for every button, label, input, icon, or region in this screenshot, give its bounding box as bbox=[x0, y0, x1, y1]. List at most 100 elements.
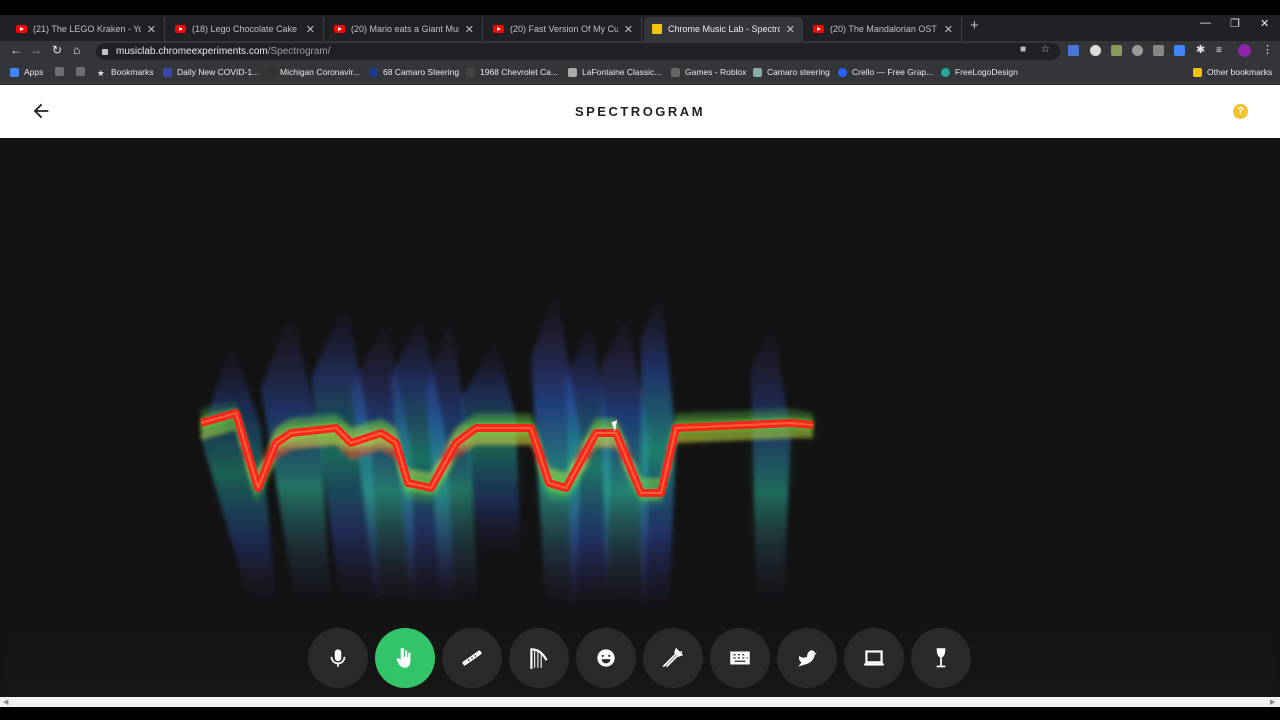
tab-2[interactable]: (18) Lego Chocolate Cake - Lego ✕ bbox=[167, 17, 324, 41]
close-window-button[interactable]: ✕ bbox=[1260, 17, 1269, 30]
bookmark-item[interactable]: Camaro steering bbox=[753, 67, 830, 77]
bookmark-icon bbox=[671, 67, 680, 77]
address-bar[interactable]: musiclab.chromeexperiments.com /Spectrog… bbox=[96, 43, 1060, 60]
camera-icon[interactable]: ■ bbox=[1020, 44, 1026, 55]
bird-button[interactable] bbox=[777, 628, 837, 688]
bookmark-item[interactable]: Michigan Coronavir... bbox=[266, 67, 360, 77]
tab-title: (18) Lego Chocolate Cake - Lego bbox=[192, 24, 300, 34]
keyboard-icon bbox=[730, 651, 750, 665]
forward-icon[interactable]: → bbox=[30, 43, 42, 57]
instrument-toolbar bbox=[308, 628, 978, 690]
wine-glass-button[interactable] bbox=[911, 628, 971, 688]
bookmark-item[interactable]: Games - Roblox bbox=[671, 67, 746, 77]
bookmark-item[interactable] bbox=[76, 67, 90, 76]
top-bar bbox=[0, 0, 1280, 15]
bookmark-item[interactable]: LaFontaine Classic... bbox=[568, 67, 661, 77]
tab-5-active[interactable]: Chrome Music Lab - Spectro ✕ bbox=[644, 17, 803, 41]
menu-icon[interactable]: ⋮ bbox=[1262, 45, 1273, 56]
close-icon[interactable]: ✕ bbox=[944, 23, 953, 36]
restore-button[interactable]: ❐ bbox=[1230, 17, 1240, 30]
harp-button[interactable] bbox=[509, 628, 569, 688]
other-bookmarks[interactable]: Other bookmarks bbox=[1193, 67, 1272, 77]
tab-title: (20) The Mandalorian OST - bbox=[830, 24, 938, 34]
minimize-button[interactable]: — bbox=[1200, 17, 1211, 29]
hand-button[interactable] bbox=[375, 628, 435, 688]
url-host: musiclab.chromeexperiments.com bbox=[116, 46, 268, 57]
bookmark-item[interactable]: Crello — Free Grap... bbox=[838, 67, 933, 77]
star-icon[interactable]: ☆ bbox=[1041, 44, 1050, 55]
bookmark-icon bbox=[266, 67, 275, 77]
bookmark-item[interactable]: 68 Camaro Steering bbox=[369, 67, 459, 77]
close-icon[interactable]: ✕ bbox=[624, 23, 633, 36]
bird-icon bbox=[798, 650, 817, 667]
bookmark-icon bbox=[163, 67, 172, 77]
extension-icon[interactable] bbox=[1153, 45, 1164, 56]
bookmark-icon bbox=[55, 67, 64, 76]
apps-icon bbox=[10, 67, 19, 77]
bookmark-item[interactable]: ★ Bookmarks bbox=[97, 67, 154, 78]
star-icon: ★ bbox=[97, 67, 105, 78]
tab-1[interactable]: (21) The LEGO Kraken - YouTube ✕ bbox=[8, 17, 165, 41]
extension-icon[interactable] bbox=[1111, 45, 1122, 56]
puzzle-icon[interactable]: ✱ bbox=[1196, 45, 1207, 56]
bottom-bar bbox=[0, 707, 1280, 720]
close-icon[interactable]: ✕ bbox=[786, 23, 795, 36]
bookmark-item[interactable] bbox=[55, 67, 69, 76]
extension-icon[interactable] bbox=[1132, 45, 1143, 56]
voice-button[interactable] bbox=[576, 628, 636, 688]
scroll-left-icon[interactable]: ◀ bbox=[3, 698, 8, 706]
tab-title: (21) The LEGO Kraken - YouTube bbox=[33, 24, 141, 34]
help-button[interactable]: ? bbox=[1233, 104, 1248, 119]
bookmark-icon bbox=[369, 67, 378, 77]
back-icon[interactable]: ← bbox=[10, 43, 22, 57]
bookmark-icon bbox=[466, 67, 475, 77]
face-icon bbox=[597, 649, 615, 667]
youtube-icon bbox=[16, 25, 27, 33]
flute-button[interactable] bbox=[442, 628, 502, 688]
trombone-icon bbox=[662, 647, 684, 668]
bookmark-icon bbox=[568, 67, 577, 77]
laptop-button[interactable] bbox=[844, 628, 904, 688]
close-icon[interactable]: ✕ bbox=[147, 23, 156, 36]
reload-icon[interactable]: ↻ bbox=[52, 43, 62, 57]
extension-icon[interactable] bbox=[1068, 45, 1079, 56]
lock-icon bbox=[102, 48, 108, 55]
tab-4[interactable]: (20) Fast Version Of My Custom ✕ bbox=[485, 17, 642, 41]
keyboard-button[interactable] bbox=[710, 628, 770, 688]
hand-icon bbox=[396, 648, 411, 668]
page-title: SPECTROGRAM bbox=[574, 104, 706, 119]
horizontal-scrollbar[interactable]: ◀ ▶ bbox=[0, 697, 1280, 707]
youtube-icon bbox=[334, 25, 345, 33]
extension-icon[interactable] bbox=[1090, 45, 1101, 56]
home-icon[interactable]: ⌂ bbox=[73, 43, 80, 57]
spectrogram-canvas[interactable] bbox=[1, 138, 1279, 697]
tab-title: Chrome Music Lab - Spectro bbox=[668, 24, 780, 34]
browser-toolbar: ← → ↻ ⌂ musiclab.chromeexperiments.com /… bbox=[0, 41, 1280, 62]
microphone-icon bbox=[330, 649, 346, 667]
trombone-button[interactable] bbox=[643, 628, 703, 688]
tab-title: (20) Mario eats a Giant Mushroom bbox=[351, 24, 459, 34]
page-content: SPECTROGRAM ? bbox=[0, 85, 1280, 697]
new-tab-button[interactable]: + bbox=[970, 17, 979, 34]
close-icon[interactable]: ✕ bbox=[306, 23, 315, 36]
microphone-button[interactable] bbox=[308, 628, 368, 688]
media-control-icon[interactable]: ≡ bbox=[1216, 45, 1227, 56]
scroll-right-icon[interactable]: ▶ bbox=[1270, 698, 1275, 706]
translate-icon[interactable] bbox=[1174, 45, 1185, 56]
url-path: /Spectrogram/ bbox=[267, 46, 331, 57]
bookmark-icon bbox=[941, 67, 950, 77]
bookmark-item[interactable]: 1968 Chevrolet Ca... bbox=[466, 67, 558, 77]
tab-6[interactable]: (20) The Mandalorian OST - ✕ bbox=[805, 17, 962, 41]
bookmark-item[interactable]: FreeLogoDesign bbox=[941, 67, 1018, 77]
bookmark-item[interactable]: Apps bbox=[10, 67, 43, 77]
bookmark-icon bbox=[753, 67, 762, 77]
tab-3[interactable]: (20) Mario eats a Giant Mushroom ✕ bbox=[326, 17, 483, 41]
avatar[interactable] bbox=[1238, 44, 1251, 57]
youtube-icon bbox=[813, 25, 824, 33]
close-icon[interactable]: ✕ bbox=[465, 23, 474, 36]
wine-glass-icon bbox=[936, 648, 946, 668]
spectrogram-visual bbox=[199, 288, 814, 613]
page-header: SPECTROGRAM ? bbox=[0, 85, 1280, 138]
tab-title: (20) Fast Version Of My Custom bbox=[510, 24, 618, 34]
bookmark-item[interactable]: Daily New COVID-1... bbox=[163, 67, 259, 77]
